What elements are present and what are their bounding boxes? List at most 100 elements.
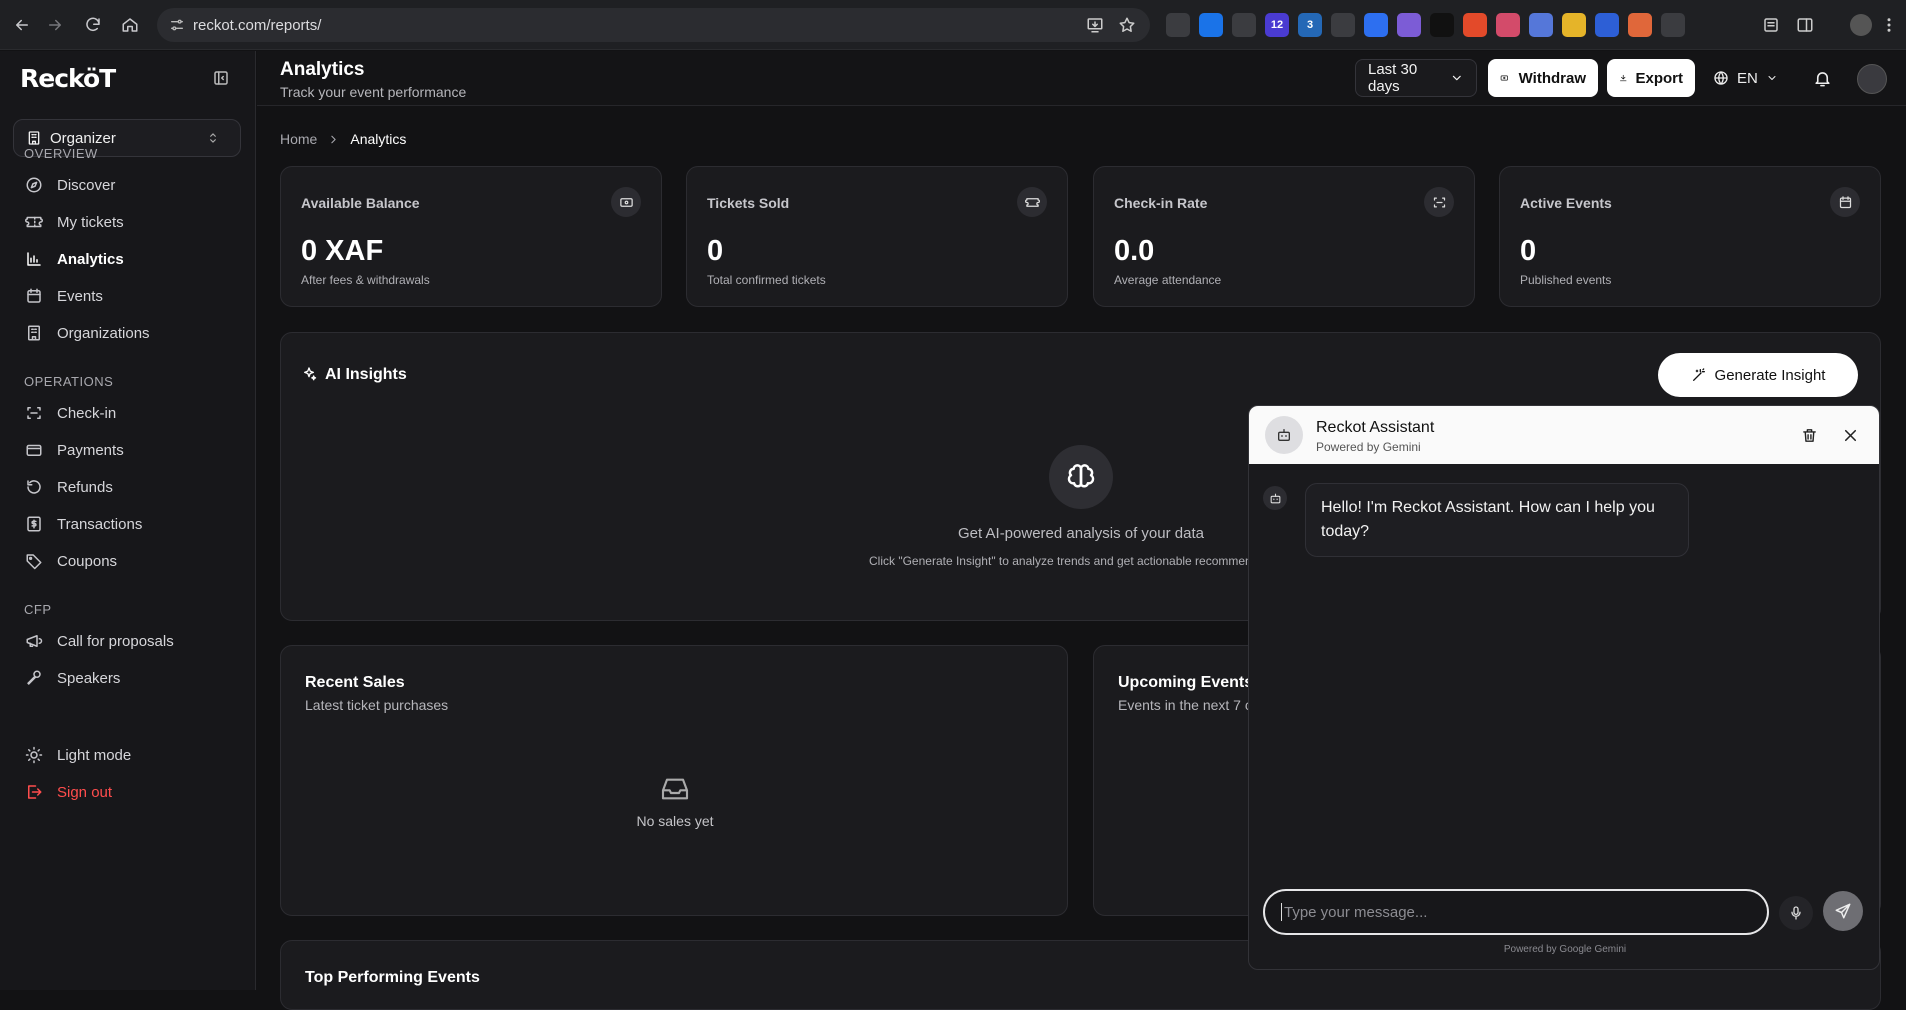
- text-icon[interactable]: [1430, 13, 1454, 37]
- profile-avatar[interactable]: [1850, 14, 1872, 36]
- breadcrumb-home[interactable]: Home: [280, 131, 317, 147]
- side-panel-icon[interactable]: [1796, 16, 1814, 34]
- withdraw-button[interactable]: Withdraw: [1488, 59, 1598, 97]
- counter-icon[interactable]: 12: [1265, 13, 1289, 37]
- stat-label: Active Events: [1520, 195, 1612, 211]
- light-mode-toggle[interactable]: Light mode: [13, 735, 241, 775]
- recent-sales-title: Recent Sales: [305, 674, 405, 691]
- voice-input-button[interactable]: [1779, 896, 1813, 930]
- stat-subtext: After fees & withdrawals: [301, 273, 430, 287]
- puzzle-icon[interactable]: 3: [1298, 13, 1322, 37]
- cloud-icon[interactable]: [1397, 13, 1421, 37]
- assistant-chat-panel: Reckot Assistant Powered by Gemini Hello…: [1248, 405, 1880, 970]
- banknote-icon: [1500, 75, 1508, 81]
- more-menu-icon[interactable]: [1880, 16, 1898, 34]
- figma-icon[interactable]: [1463, 13, 1487, 37]
- sidebar-item-label: Speakers: [57, 669, 121, 687]
- page-header: Analytics Track your event performance L…: [257, 51, 1906, 106]
- blue-dot-icon[interactable]: [1364, 13, 1388, 37]
- shield-icon[interactable]: [1595, 13, 1619, 37]
- sidebar-item-label: Analytics: [57, 250, 124, 268]
- download-icon: [1620, 74, 1627, 82]
- user-avatar[interactable]: [1857, 64, 1887, 94]
- react-icon[interactable]: [1166, 13, 1190, 37]
- sidebar-item-transactions[interactable]: Transactions: [13, 504, 241, 544]
- page-subtitle: Track your event performance: [280, 84, 467, 100]
- sign-out-button[interactable]: Sign out: [13, 772, 241, 812]
- collapse-sidebar-button[interactable]: [212, 69, 232, 89]
- url-text[interactable]: reckot.com/reports/: [193, 17, 321, 34]
- sidebar-item-call-for-proposals[interactable]: Call for proposals: [13, 621, 241, 661]
- sun-burst-icon[interactable]: [1628, 13, 1652, 37]
- scan-icon: [1433, 197, 1445, 207]
- reload-button[interactable]: [82, 14, 104, 36]
- stat-subtext: Total confirmed tickets: [707, 273, 826, 287]
- language-selector[interactable]: EN: [1713, 59, 1778, 97]
- upcoming-events-subtitle: Events in the next 7 c: [1118, 697, 1252, 713]
- bookmark-star-icon[interactable]: [1118, 16, 1136, 34]
- calendar-icon: [1839, 195, 1851, 208]
- sidebar-item-speakers[interactable]: Speakers: [13, 658, 241, 698]
- extension-badge: 3: [1306, 19, 1314, 31]
- sidebar-item-payments[interactable]: Payments: [13, 430, 241, 470]
- sidebar-item-analytics[interactable]: Analytics: [13, 239, 241, 279]
- install-app-icon[interactable]: [1086, 16, 1104, 34]
- assistant-avatar: [1265, 416, 1303, 454]
- bot-icon: [1270, 493, 1280, 503]
- palette-icon[interactable]: [1496, 13, 1520, 37]
- sidebar-item-refunds[interactable]: Refunds: [13, 467, 241, 507]
- forward-button[interactable]: [44, 14, 66, 36]
- assistant-powered-by: Powered by Gemini: [1316, 440, 1421, 454]
- tag-icon: [26, 554, 42, 570]
- generate-insight-button[interactable]: Generate Insight: [1658, 353, 1858, 397]
- sidebar-item-checkin[interactable]: Check-in: [13, 393, 241, 433]
- ticket-icon: [1024, 197, 1040, 207]
- translate-icon[interactable]: [1199, 13, 1223, 37]
- ticket-icon: [25, 216, 43, 228]
- generate-insight-label: Generate Insight: [1714, 366, 1826, 384]
- sidebar-item-discover[interactable]: Discover: [13, 165, 241, 205]
- home-button[interactable]: [119, 14, 141, 36]
- reading-list-icon[interactable]: [1762, 16, 1780, 34]
- microphone-icon: [1791, 906, 1801, 920]
- stat-label: Available Balance: [301, 195, 420, 211]
- close-icon[interactable]: [1841, 426, 1860, 445]
- sidebar-item-my-tickets[interactable]: My tickets: [13, 202, 241, 242]
- upcoming-events-title: Upcoming Events: [1118, 674, 1254, 691]
- address-bar[interactable]: reckot.com/reports/: [157, 8, 1150, 42]
- sidebar-item-label: Call for proposals: [57, 632, 174, 650]
- send-button[interactable]: [1823, 891, 1863, 931]
- brain-icon-badge: [1049, 445, 1113, 509]
- notifications-button[interactable]: [1813, 59, 1832, 97]
- sidebar-collapse-icon: [214, 71, 228, 85]
- back-button[interactable]: [11, 14, 33, 36]
- compass-icon: [26, 177, 42, 193]
- export-button[interactable]: Export: [1607, 59, 1695, 97]
- sun-icon: [25, 746, 43, 764]
- sidebar-item-label: Organizations: [57, 324, 150, 342]
- site-settings-icon[interactable]: [169, 17, 185, 33]
- chat-header: Reckot Assistant Powered by Gemini: [1249, 406, 1879, 464]
- check-circle-icon[interactable]: [1331, 13, 1355, 37]
- chat-message-input[interactable]: Type your message...: [1263, 889, 1769, 935]
- sidebar-item-organizations[interactable]: Organizations: [13, 313, 241, 353]
- app-logo[interactable]: RecköT: [20, 64, 116, 93]
- chat-input-placeholder: Type your message...: [1284, 903, 1428, 921]
- date-range-dropdown[interactable]: Last 30 days: [1355, 59, 1477, 97]
- calendar-icon: [27, 288, 41, 303]
- section-operations: OPERATIONS: [24, 374, 114, 389]
- organization-selector-label: Organizer: [50, 129, 116, 147]
- sidebar-item-events[interactable]: Events: [13, 276, 241, 316]
- extensions-icon[interactable]: [1661, 13, 1685, 37]
- section-cfp: CFP: [24, 602, 52, 617]
- trash-icon[interactable]: [1801, 427, 1818, 444]
- sidebar-item-coupons[interactable]: Coupons: [13, 541, 241, 581]
- assistant-message-avatar: [1263, 486, 1287, 510]
- chat-footer: Powered by Google Gemini: [1503, 944, 1627, 955]
- capture-icon[interactable]: [1529, 13, 1553, 37]
- stat-label: Tickets Sold: [707, 195, 790, 211]
- pencil-icon[interactable]: [1562, 13, 1586, 37]
- section-overview: OVERVIEW: [24, 146, 98, 161]
- window-icon[interactable]: [1232, 13, 1256, 37]
- undo-icon: [27, 480, 41, 494]
